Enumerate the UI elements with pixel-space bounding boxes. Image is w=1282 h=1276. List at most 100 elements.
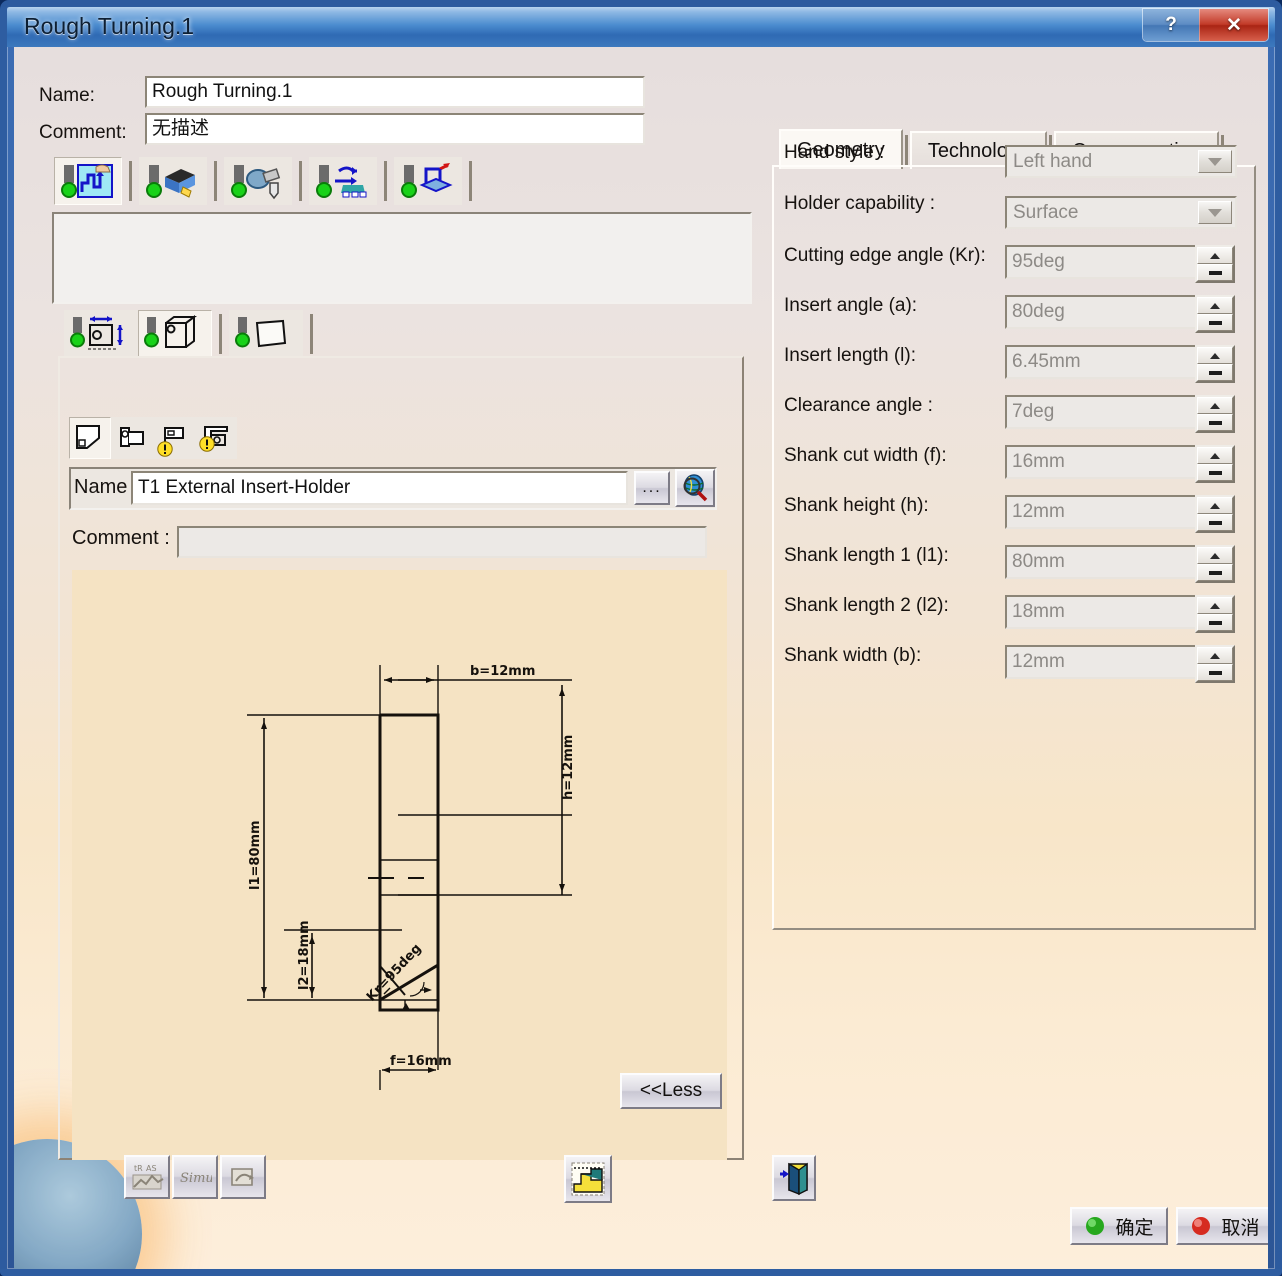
spinner-down-icon[interactable] [1197, 614, 1233, 631]
tool-tab-strip [64, 310, 320, 358]
shank-length-2-spinner[interactable] [1195, 595, 1235, 633]
close-button[interactable]: ✕ [1199, 9, 1268, 41]
cutting-edge-angle-input[interactable]: 95deg [1005, 245, 1197, 279]
name-label: Name: [39, 85, 95, 107]
dialog-window: Rough Turning.1 ? ✕ Name: Rough Turning.… [0, 0, 1282, 1276]
shank-height-input[interactable]: 12mm [1005, 495, 1197, 529]
clearance-angle-spinner[interactable] [1195, 395, 1235, 433]
help-button[interactable]: ? [1143, 9, 1199, 41]
spinner-down-icon[interactable] [1197, 314, 1233, 331]
video-simulation-button[interactable] [220, 1155, 266, 1199]
ok-icon [1084, 1215, 1106, 1237]
cutting-edge-angle-spinner[interactable] [1195, 245, 1235, 283]
macros-tab-button[interactable] [394, 157, 462, 205]
strategy-list-area[interactable] [52, 212, 752, 304]
svg-text:Simu: Simu [180, 1171, 212, 1186]
browse-button[interactable]: ... [634, 471, 670, 505]
transition-paths-icon [777, 1160, 811, 1196]
hand-style-combo[interactable]: Left hand [1005, 145, 1237, 178]
shank-width-input[interactable]: 12mm [1005, 645, 1197, 679]
simulation-button[interactable]: Simu [172, 1155, 218, 1199]
comment-input[interactable]: 无描述 [145, 113, 645, 145]
spinner-down-icon[interactable] [1197, 564, 1233, 581]
toolbar-separator [219, 314, 222, 354]
machining-pattern-icon [569, 1160, 607, 1198]
tool-path-replay-icon: tR AS [130, 1161, 164, 1193]
spinner-down-icon[interactable] [1197, 514, 1233, 531]
spinner-down-icon[interactable] [1197, 364, 1233, 381]
chevron-down-icon[interactable] [1198, 150, 1232, 173]
shank-length-1-input[interactable]: 80mm [1005, 545, 1197, 579]
name-input[interactable]: Rough Turning.1 [145, 76, 645, 108]
title-bar[interactable]: Rough Turning.1 ? ✕ [7, 7, 1275, 47]
shank-length-1-spinner[interactable] [1195, 545, 1235, 583]
shank-width-spinner[interactable] [1195, 645, 1235, 683]
shank-length-2-field: 18mm [1005, 595, 1197, 629]
transition-paths-button[interactable] [772, 1155, 816, 1201]
insert-holder-icon [73, 422, 107, 454]
holder-warning-button[interactable] [195, 417, 237, 459]
tool-dimensions-tab-button[interactable] [64, 310, 138, 358]
spinner-up-icon[interactable] [1197, 647, 1233, 664]
spinner-up-icon[interactable] [1197, 497, 1233, 514]
tool-assembly-icon [115, 422, 149, 454]
spinner-up-icon[interactable] [1197, 347, 1233, 364]
spinner-down-icon[interactable] [1197, 464, 1233, 481]
svg-text:tR: tR [134, 1164, 143, 1173]
hand-style-label: Hand style : [784, 142, 884, 164]
insert-holder-button[interactable] [69, 417, 111, 459]
spinner-up-icon[interactable] [1197, 397, 1233, 414]
spinner-down-icon[interactable] [1197, 664, 1233, 681]
shank-length-2-input[interactable]: 18mm [1005, 595, 1197, 629]
tool-tab-button[interactable] [224, 157, 292, 205]
spinner-up-icon[interactable] [1197, 447, 1233, 464]
spinner-down-icon[interactable] [1197, 264, 1233, 281]
tool-name-input[interactable]: T1 External Insert-Holder [131, 471, 628, 505]
insert-length-label: Insert length (l): [784, 345, 916, 367]
shank-length-1-field: 80mm [1005, 545, 1197, 579]
clearance-angle-label: Clearance angle : [784, 395, 933, 417]
cancel-button[interactable]: 取消 [1176, 1207, 1268, 1245]
insert-warning-button[interactable] [153, 417, 195, 459]
tool-dimensions-icon [70, 313, 132, 355]
spinner-up-icon[interactable] [1197, 597, 1233, 614]
clearance-angle-field: 7deg [1005, 395, 1197, 429]
ok-label: 确定 [1115, 1213, 1153, 1240]
chevron-down-icon[interactable] [1198, 201, 1232, 224]
machining-pattern-button[interactable] [564, 1155, 612, 1203]
insert-angle-spinner[interactable] [1195, 295, 1235, 333]
shank-height-field: 12mm [1005, 495, 1197, 529]
insert-length-spinner[interactable] [1195, 345, 1235, 383]
shank-cut-width-spinner[interactable] [1195, 445, 1235, 483]
insert-length-input[interactable]: 6.45mm [1005, 345, 1197, 379]
spinner-up-icon[interactable] [1197, 247, 1233, 264]
tool-comment-input[interactable] [177, 526, 707, 558]
insert-angle-field: 80deg [1005, 295, 1197, 329]
spinner-up-icon[interactable] [1197, 547, 1233, 564]
holder-capability-value: Surface [1013, 202, 1078, 224]
tool-profile-tab-button[interactable] [138, 310, 212, 358]
toolbar-separator [214, 161, 217, 201]
search-catalog-button[interactable] [675, 469, 715, 507]
holder-capability-combo[interactable]: Surface [1005, 196, 1237, 229]
tool-path-replay-button[interactable]: tR AS [124, 1155, 170, 1199]
cutting-edge-angle-field: 95deg [1005, 245, 1197, 279]
window-title: Rough Turning.1 [24, 13, 194, 40]
clearance-angle-input[interactable]: 7deg [1005, 395, 1197, 429]
feeds-speeds-tab-button[interactable] [309, 157, 377, 205]
shank-cut-width-label: Shank cut width (f): [784, 445, 947, 467]
shank-cut-width-input[interactable]: 16mm [1005, 445, 1197, 479]
spinner-up-icon[interactable] [1197, 297, 1233, 314]
strategy-tab-button[interactable] [54, 157, 122, 205]
tool-profile-icon [144, 313, 206, 355]
insert-shape-tab-button[interactable] [229, 310, 303, 358]
geometry-tab-button[interactable] [139, 157, 207, 205]
spinner-down-icon[interactable] [1197, 414, 1233, 431]
toolbar-separator [299, 161, 302, 201]
ok-button[interactable]: 确定 [1070, 1207, 1168, 1245]
tool-assembly-button[interactable] [111, 417, 153, 459]
shank-height-spinner[interactable] [1195, 495, 1235, 533]
less-button[interactable]: <<Less [620, 1073, 722, 1109]
video-simulation-icon [226, 1161, 260, 1193]
insert-angle-input[interactable]: 80deg [1005, 295, 1197, 329]
